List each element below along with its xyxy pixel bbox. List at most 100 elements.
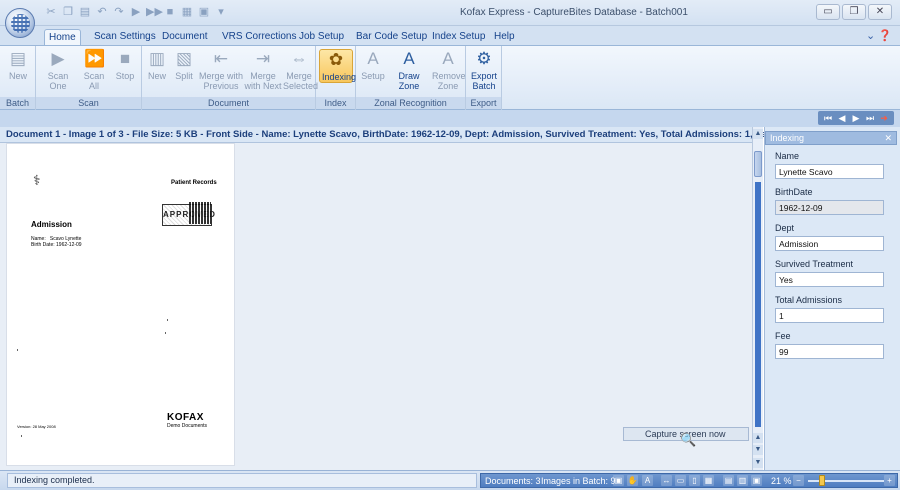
speck xyxy=(165,332,166,334)
vertical-scrollbar[interactable]: ▲ ▲ ▼ ▼ xyxy=(752,127,763,470)
image-viewer[interactable]: ⚕ Patient Records APPROVED Admission Nam… xyxy=(0,143,752,470)
previous-icon[interactable]: ◀ xyxy=(836,112,848,124)
merge-previous-icon: ⇤ xyxy=(213,49,229,68)
dept-field[interactable] xyxy=(775,236,884,251)
scroll-pagedown-icon[interactable]: ▼ xyxy=(753,445,763,455)
speck xyxy=(167,319,168,321)
stop-button[interactable]: ■ Stop xyxy=(112,49,138,81)
zone-icon[interactable]: A xyxy=(642,475,653,486)
document-icon[interactable]: ▦ xyxy=(180,5,194,19)
birthdate-field[interactable] xyxy=(775,200,884,215)
hand-icon[interactable]: ✋ xyxy=(627,475,638,486)
next-icon[interactable]: ▶ xyxy=(850,112,862,124)
group-label-document: Document xyxy=(142,97,315,109)
scroll-up-icon[interactable]: ▲ xyxy=(753,129,763,139)
group-batch: ▤ New Batch xyxy=(0,46,36,110)
indexing-button[interactable]: ✿ Indexing xyxy=(319,49,356,83)
scanner-icon[interactable]: ▣ xyxy=(613,475,624,486)
company-logo-icon: ⚕ xyxy=(33,172,41,188)
first-icon[interactable]: ⏮ xyxy=(822,112,834,124)
speck xyxy=(17,349,18,351)
window-controls: ▭ ❐ ✕ xyxy=(816,4,892,20)
undo-icon[interactable]: ↶ xyxy=(95,5,109,19)
magnifier-cursor-icon: 🔍 xyxy=(680,432,697,447)
copy-icon[interactable]: ❐ xyxy=(61,5,75,19)
zoom-out-icon[interactable]: − xyxy=(793,475,804,486)
thumbnails-icon[interactable]: ▦ xyxy=(703,475,714,486)
new-batch-icon: ▤ xyxy=(9,49,27,68)
draw-zone-button[interactable]: A Draw Zone xyxy=(388,49,430,91)
export-batch-button[interactable]: ⚙ Export Batch xyxy=(469,49,499,91)
title-bar: ✂ ❐ ▤ ↶ ↷ ▶ ▶▶ ■ ▦ ▣ ▾ Kofax Express - C… xyxy=(0,0,900,26)
group-label-export: Export xyxy=(466,97,501,109)
page-header: Patient Records xyxy=(171,180,217,186)
merge-selected-button[interactable]: ⇔ Merge Selected xyxy=(283,49,318,91)
detail-view-icon[interactable]: ▣ xyxy=(751,475,762,486)
status-bar: Indexing completed. Documents: 3 Images … xyxy=(0,470,900,490)
help-icon[interactable]: ❓ xyxy=(878,30,892,42)
tab-index-setup[interactable]: Index Setup xyxy=(428,29,489,46)
merge-selected-icon: ⇔ xyxy=(290,49,308,68)
name-field[interactable] xyxy=(775,164,884,179)
cut-icon[interactable]: ✂ xyxy=(44,5,58,19)
scan-one-button[interactable]: ▶ Scan One xyxy=(40,49,76,91)
last-icon[interactable]: ⏭ xyxy=(864,112,876,124)
restore-button[interactable]: ❐ xyxy=(842,4,866,20)
zoom-level: 21 % xyxy=(771,476,792,486)
split-button[interactable]: ▧ Split xyxy=(172,49,196,81)
merge-next-icon: ⇥ xyxy=(255,49,271,68)
play-icon: ▶ xyxy=(51,49,65,68)
survived-treatment-field[interactable] xyxy=(775,272,884,287)
scroll-pageup-icon[interactable]: ▲ xyxy=(753,433,763,443)
tab-home[interactable]: Home xyxy=(44,29,81,46)
scanner-icon[interactable]: ▣ xyxy=(197,5,211,19)
zonal-setup-button[interactable]: A Setup xyxy=(360,49,386,81)
field-label-birthdate: BirthDate xyxy=(775,187,813,197)
scroll-down-icon[interactable]: ▼ xyxy=(753,458,763,468)
merge-with-previous-button[interactable]: ⇤ Merge with Previous xyxy=(199,49,243,91)
redo-icon[interactable]: ↷ xyxy=(112,5,126,19)
speck xyxy=(21,435,22,437)
fast-forward-icon: ⏩ xyxy=(84,49,106,68)
zoom-slider-thumb[interactable] xyxy=(819,475,825,486)
ribbon: ▤ New Batch ▶ Scan One ⏩ Scan All ■ Stop… xyxy=(0,45,900,110)
tab-job-setup[interactable]: Job Setup xyxy=(295,29,348,46)
tab-vrs-corrections[interactable]: VRS Corrections xyxy=(218,29,300,46)
scroll-track[interactable] xyxy=(755,182,761,427)
tab-bar-code-setup[interactable]: Bar Code Setup xyxy=(352,29,431,46)
page-title: Admission xyxy=(31,220,72,229)
paste-icon[interactable]: ▤ xyxy=(78,5,92,19)
stop-icon: ■ xyxy=(119,49,131,68)
exit-icon[interactable]: ➔ xyxy=(878,112,890,124)
fit-page-icon[interactable]: ▭ xyxy=(675,475,686,486)
scanned-page[interactable]: ⚕ Patient Records APPROVED Admission Nam… xyxy=(6,143,235,466)
tab-scan-settings[interactable]: Scan Settings xyxy=(90,29,160,46)
zoom-in-icon[interactable]: + xyxy=(884,475,895,486)
new-batch-button[interactable]: ▤ New xyxy=(6,49,30,81)
indexing-panel-header: Indexing ✕ xyxy=(765,131,897,145)
close-panel-icon[interactable]: ✕ xyxy=(884,132,892,144)
scroll-thumb[interactable] xyxy=(754,151,762,177)
export-icon: ⚙ xyxy=(476,49,492,68)
fee-field[interactable] xyxy=(775,344,884,359)
tab-document[interactable]: Document xyxy=(158,29,212,46)
customize-icon[interactable]: ▾ xyxy=(214,5,228,19)
fast-forward-icon[interactable]: ▶▶ xyxy=(146,5,163,19)
fit-width-icon[interactable]: ↔ xyxy=(661,475,672,486)
total-admissions-field[interactable] xyxy=(775,308,884,323)
grid-view-icon[interactable]: ▥ xyxy=(737,475,748,486)
application-menu-button[interactable] xyxy=(5,8,35,38)
new-document-button[interactable]: ▥ New xyxy=(145,49,169,81)
minimize-button[interactable]: ▭ xyxy=(816,4,840,20)
tab-help[interactable]: Help xyxy=(490,29,519,46)
stop-icon[interactable]: ■ xyxy=(163,5,177,19)
single-page-icon[interactable]: ▯ xyxy=(689,475,700,486)
close-button[interactable]: ✕ xyxy=(868,4,892,20)
view-icon[interactable]: ▤ xyxy=(723,475,734,486)
minimize-ribbon-icon[interactable]: ⌄ xyxy=(866,30,875,42)
scan-all-button[interactable]: ⏩ Scan All xyxy=(78,49,110,91)
window-title: Kofax Express - CaptureBites Database - … xyxy=(460,7,688,18)
remove-zone-button[interactable]: A Remove Zone xyxy=(432,49,466,91)
merge-with-next-button[interactable]: ⇥ Merge with Next xyxy=(243,49,283,91)
play-icon[interactable]: ▶ xyxy=(129,5,143,19)
